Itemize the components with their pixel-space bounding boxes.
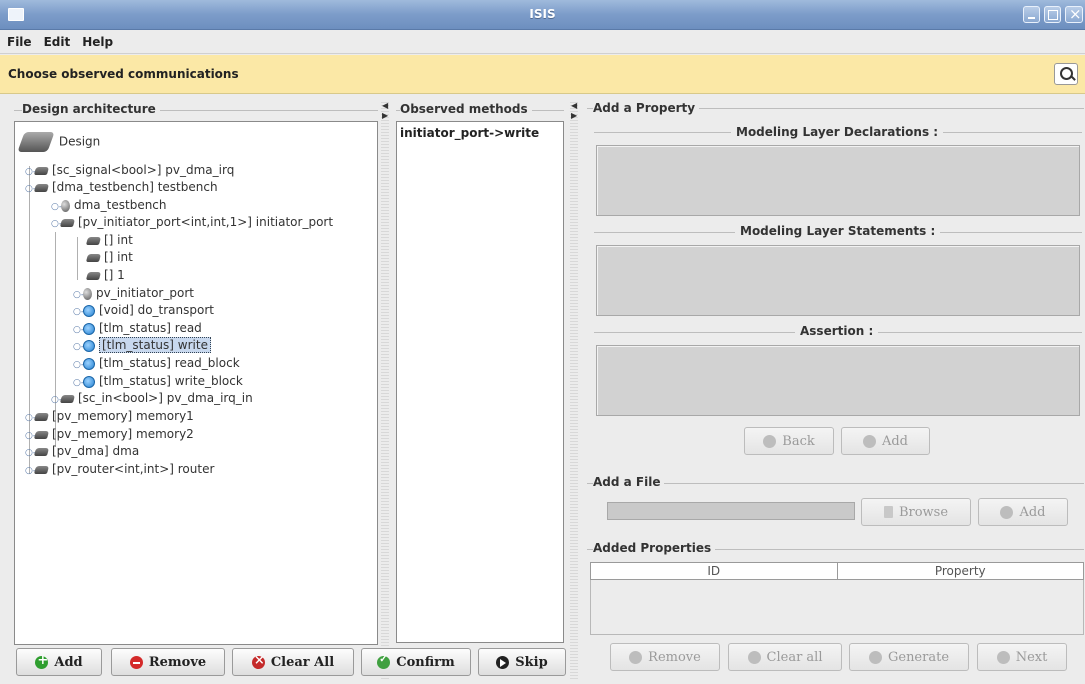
declarations-label: Modeling Layer Declarations : (731, 125, 944, 139)
tree-node-write[interactable]: ○- [tlm_status] write (73, 337, 211, 354)
tree-node-do-transport[interactable]: ○- [void] do_transport (73, 302, 214, 319)
added-panel-title: Added Properties (593, 541, 716, 555)
component-icon (33, 430, 50, 439)
class-icon (83, 287, 92, 300)
add-file-button[interactable]: Add (978, 498, 1068, 526)
tree-node-testbench[interactable]: ○- [dma_testbench] testbench (25, 179, 218, 196)
method-icon (83, 375, 95, 388)
tree-node-dma-testbench[interactable]: ○- dma_testbench (51, 197, 167, 214)
tree-node-pv-initiator-port[interactable]: ○- pv_initiator_port (73, 285, 194, 302)
maximize-button[interactable] (1044, 6, 1061, 23)
assertion-field[interactable] (596, 345, 1080, 416)
tree-node-pv-dma-irq[interactable]: ○- [sc_signal<bool>] pv_dma_irq (25, 162, 234, 179)
observed-method-item[interactable]: initiator_port->write (400, 126, 539, 140)
clear-icon (251, 653, 265, 669)
declarations-field[interactable] (596, 145, 1080, 216)
class-icon (61, 199, 70, 212)
menu-bar: File Edit Help (0, 30, 1085, 54)
tree-root-label: Design (58, 134, 101, 149)
skip-icon (496, 655, 510, 669)
method-icon (83, 339, 95, 352)
clear-all-properties-button[interactable]: Clear all (728, 643, 842, 671)
check-icon (377, 654, 391, 669)
back-button[interactable]: Back (744, 427, 834, 455)
property-panel-title: Add a Property (593, 101, 700, 115)
menu-help[interactable]: Help (75, 30, 118, 49)
banner-text: Choose observed communications (8, 67, 239, 81)
clear-all-button[interactable]: Clear All (232, 648, 354, 676)
generate-icon (868, 650, 882, 664)
tree-node-memory1[interactable]: ○- [pv_memory] memory1 (25, 408, 194, 425)
back-icon (763, 434, 777, 448)
observed-methods-list[interactable]: initiator_port->write (396, 121, 564, 643)
design-chip-icon (17, 132, 55, 152)
remove-icon (629, 650, 643, 664)
title-bar: ISIS (0, 0, 1085, 30)
component-icon (59, 218, 76, 227)
tree-node-int-1[interactable]: [] int (85, 232, 133, 249)
remove-button[interactable]: Remove (111, 648, 225, 676)
file-panel-title: Add a File (593, 475, 665, 489)
statements-field[interactable] (596, 245, 1080, 316)
splitter-right[interactable]: ◀ ▶ (570, 100, 578, 680)
tree-node-dma[interactable]: ○- [pv_dma] dma (25, 443, 139, 460)
splitter-left[interactable]: ◀ ▶ (381, 100, 389, 680)
add-button[interactable]: Add (16, 648, 102, 676)
add-property-button[interactable]: Add (841, 427, 930, 455)
tree-node-initiator-port[interactable]: ○- [pv_initiator_port<int,int,1>] initiat… (51, 214, 333, 231)
component-icon (33, 447, 50, 456)
next-icon (996, 650, 1010, 664)
clear-icon (747, 650, 761, 664)
properties-table-body[interactable] (590, 580, 1084, 635)
observed-panel-title: Observed methods (400, 102, 532, 116)
tree-node-router[interactable]: ○- [pv_router<int,int>] router (25, 461, 214, 478)
instruction-banner: Choose observed communications (0, 55, 1085, 94)
component-icon (33, 465, 50, 474)
window-title: ISIS (529, 7, 556, 21)
component-icon (59, 394, 76, 403)
remove-property-button[interactable]: Remove (610, 643, 720, 671)
skip-button[interactable]: Skip (478, 648, 566, 676)
tree-node-read[interactable]: ○- [tlm_status] read (73, 320, 202, 337)
generate-button[interactable]: Generate (849, 643, 969, 671)
file-icon (883, 506, 893, 518)
component-icon (85, 236, 102, 245)
design-tree[interactable]: Design ○- [sc_signal<bool>] pv_dma_irq ○-… (14, 121, 378, 645)
tree-node-write-block[interactable]: ○- [tlm_status] write_block (73, 373, 243, 390)
statements-label: Modeling Layer Statements : (735, 224, 941, 238)
tree-node-pv-dma-irq-in[interactable]: ○- [sc_in<bool>] pv_dma_irq_in (51, 390, 253, 407)
add-icon (862, 434, 876, 448)
file-path-input[interactable] (607, 502, 855, 520)
browse-button[interactable]: Browse (861, 498, 971, 526)
remove-icon (129, 655, 143, 669)
menu-edit[interactable]: Edit (37, 30, 76, 49)
magnifier-icon[interactable] (1054, 63, 1078, 85)
next-button[interactable]: Next (977, 643, 1067, 671)
tree-root[interactable]: Design (17, 132, 101, 156)
component-icon (33, 183, 50, 192)
method-icon (83, 357, 95, 370)
column-id[interactable]: ID (591, 563, 838, 579)
component-icon (33, 412, 50, 421)
design-panel-title: Design architecture (22, 102, 160, 116)
method-icon (83, 304, 95, 317)
menu-file[interactable]: File (0, 30, 37, 49)
tree-node-one[interactable]: [] 1 (85, 267, 125, 284)
tree-node-int-2[interactable]: [] int (85, 249, 133, 266)
minimize-button[interactable] (1023, 6, 1040, 23)
selected-tree-label: [tlm_status] write (99, 337, 211, 353)
component-icon (85, 271, 102, 280)
method-icon (83, 322, 95, 335)
component-icon (85, 253, 102, 262)
column-property[interactable]: Property (838, 563, 1084, 579)
tree-node-read-block[interactable]: ○- [tlm_status] read_block (73, 355, 240, 372)
add-icon (35, 653, 49, 669)
assertion-label: Assertion : (795, 324, 879, 338)
properties-table-header: ID Property (590, 562, 1084, 580)
close-window-button[interactable] (1065, 5, 1083, 23)
tree-node-memory2[interactable]: ○- [pv_memory] memory2 (25, 426, 194, 443)
confirm-button[interactable]: Confirm (361, 648, 471, 676)
add-icon (1000, 505, 1014, 519)
component-icon (33, 166, 50, 175)
